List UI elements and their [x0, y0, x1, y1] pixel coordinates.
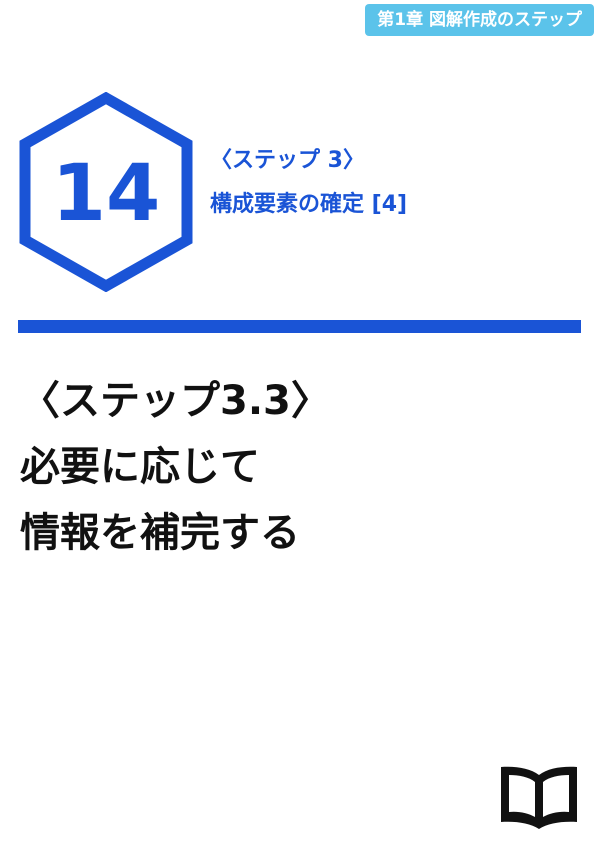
section-step: 〈ステップ 3〉 [210, 148, 365, 173]
badge-number: 14 [52, 149, 161, 239]
title-line-2: 必要に応じて [20, 444, 260, 490]
section-number-badge: 14 [17, 92, 195, 292]
divider-bar [18, 320, 581, 333]
section-heading: 〈ステップ 3〉 構成要素の確定 [4] [210, 146, 407, 220]
title-line-3: 情報を補完する [20, 510, 300, 556]
open-book-icon[interactable] [497, 762, 581, 832]
hexagon-badge-icon: 14 [19, 92, 193, 292]
title-line-1: 〈ステップ3.3〉 [20, 378, 331, 424]
chapter-tag: 第1章 図解作成のステップ [365, 4, 594, 36]
section-name: 構成要素の確定 [4] [210, 192, 408, 217]
page-title: 〈ステップ3.3〉 必要に応じて 情報を補完する [20, 368, 331, 566]
